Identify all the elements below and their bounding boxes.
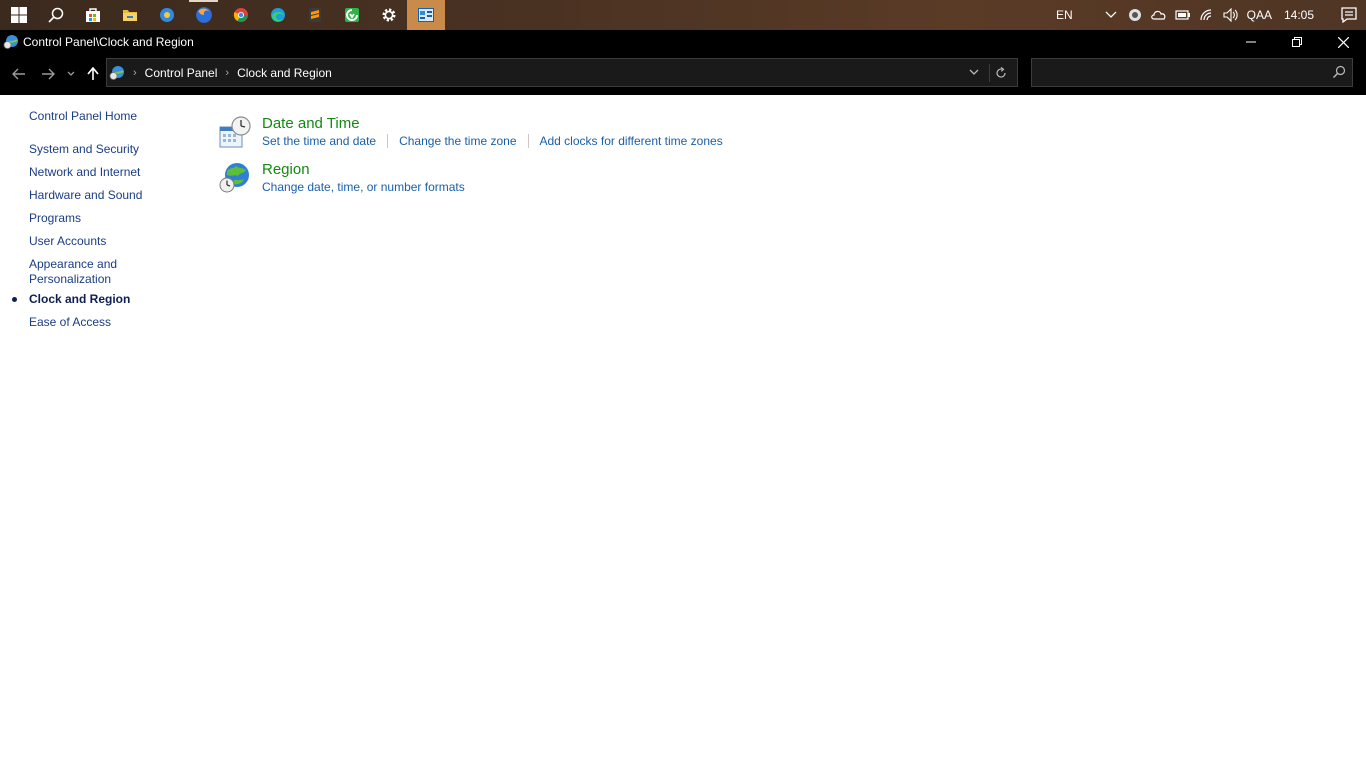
forward-button[interactable] xyxy=(36,62,60,86)
search-icon xyxy=(1333,65,1346,78)
browser-icon xyxy=(159,8,174,22)
tray-app-icon xyxy=(1128,9,1141,21)
system-tray: EN QAA 14:05 xyxy=(1056,0,1366,30)
minimize-icon xyxy=(1246,41,1256,43)
taskbar-firefox[interactable] xyxy=(185,0,222,30)
chrome-icon xyxy=(233,8,248,22)
sidebar-item-programs[interactable]: Programs xyxy=(29,211,159,226)
arrow-right-icon xyxy=(42,68,55,80)
chevron-up-icon xyxy=(1105,11,1117,18)
start-icon xyxy=(10,7,27,23)
edge-icon xyxy=(270,8,285,22)
breadcrumb-clock-and-region[interactable]: Clock and Region xyxy=(237,66,332,80)
sidebar-item-clock-and-region: Clock and Region xyxy=(29,292,131,306)
taskbar-browser[interactable] xyxy=(148,0,185,30)
refresh-button[interactable] xyxy=(989,64,1011,82)
restore-icon xyxy=(1292,37,1302,47)
taskbar-chrome[interactable] xyxy=(222,0,259,30)
window-controls xyxy=(1228,30,1366,54)
notification-icon xyxy=(1341,7,1357,23)
set-time-and-date-link[interactable]: Set the time and date xyxy=(262,134,376,148)
control-panel-location-icon xyxy=(109,65,124,80)
up-button[interactable] xyxy=(81,62,105,86)
address-history-dropdown[interactable] xyxy=(969,65,979,79)
tray-wifi[interactable] xyxy=(1195,0,1219,30)
sidebar-item-user-accounts[interactable]: User Accounts xyxy=(29,234,159,249)
change-formats-link[interactable]: Change date, time, or number formats xyxy=(262,180,465,194)
restore-button[interactable] xyxy=(1274,30,1320,54)
taskbar-clock[interactable]: 14:05 xyxy=(1284,8,1314,22)
breadcrumb-control-panel[interactable]: Control Panel xyxy=(145,66,218,80)
taskbar-edge[interactable] xyxy=(259,0,296,30)
taskbar-settings[interactable] xyxy=(370,0,407,30)
breadcrumb-separator-icon[interactable]: › xyxy=(225,67,229,79)
taskbar-green-app[interactable] xyxy=(333,0,370,30)
show-hidden-icons-button[interactable] xyxy=(1099,0,1123,30)
taskbar-sublime-text[interactable] xyxy=(296,0,333,30)
region-links: Change date, time, or number formats xyxy=(262,180,465,194)
action-center-button[interactable] xyxy=(1332,0,1366,30)
green-app-icon xyxy=(344,8,359,22)
refresh-icon xyxy=(995,67,1006,78)
close-button[interactable] xyxy=(1320,30,1366,54)
control-panel-app-icon xyxy=(3,35,18,49)
store-icon xyxy=(85,8,100,22)
region-globe-icon xyxy=(219,163,249,193)
address-bar[interactable]: › Control Panel › Clock and Region xyxy=(106,58,1018,87)
control-panel-home-link[interactable]: Control Panel Home xyxy=(29,109,159,124)
change-time-zone-link[interactable]: Change the time zone xyxy=(399,134,516,148)
wifi-icon xyxy=(1200,9,1211,21)
taskbar: EN QAA 14:05 xyxy=(0,0,1366,30)
start-button[interactable] xyxy=(0,0,37,30)
add-clocks-link[interactable]: Add clocks for different time zones xyxy=(540,134,723,148)
tray-app[interactable] xyxy=(1123,0,1147,30)
volume-icon xyxy=(1223,8,1238,22)
sidebar-item-network-and-internet[interactable]: Network and Internet xyxy=(29,165,159,180)
chevron-down-icon xyxy=(969,69,979,75)
sublime-text-icon xyxy=(308,8,321,22)
file-explorer-icon xyxy=(122,10,137,21)
user-indicator[interactable]: QAA xyxy=(1247,8,1272,22)
battery-icon xyxy=(1175,10,1190,20)
window-title: Control Panel\Clock and Region xyxy=(23,35,194,49)
navigation-bar: › Control Panel › Clock and Region xyxy=(0,54,1366,95)
cloud-icon xyxy=(1150,10,1166,20)
tray-volume[interactable] xyxy=(1219,0,1243,30)
current-item-bullet xyxy=(12,297,17,302)
breadcrumb-separator-icon[interactable]: › xyxy=(133,67,137,79)
arrow-up-icon xyxy=(87,67,99,80)
language-indicator[interactable]: EN xyxy=(1056,8,1073,22)
back-button[interactable] xyxy=(7,62,31,86)
close-icon xyxy=(1337,36,1349,48)
control-panel-icon xyxy=(418,8,434,22)
chevron-down-icon xyxy=(67,71,75,76)
search-button[interactable] xyxy=(37,0,74,30)
tray-cloud[interactable] xyxy=(1147,0,1171,30)
sidebar-item-ease-of-access[interactable]: Ease of Access xyxy=(29,315,159,330)
search-icon xyxy=(47,7,63,23)
taskbar-store[interactable] xyxy=(74,0,111,30)
date-and-time-title[interactable]: Date and Time xyxy=(262,115,360,132)
recent-locations-button[interactable] xyxy=(62,62,80,86)
link-divider xyxy=(527,134,529,148)
tray-battery[interactable] xyxy=(1171,0,1195,30)
sidebar-item-hardware-and-sound[interactable]: Hardware and Sound xyxy=(29,188,159,203)
link-divider xyxy=(387,134,389,148)
sidebar-item-appearance-and-personalization[interactable]: Appearance and Personalization xyxy=(29,257,129,287)
date-and-time-links: Set the time and date Change the time zo… xyxy=(262,134,723,148)
arrow-left-icon xyxy=(12,68,25,80)
settings-icon xyxy=(382,8,395,22)
date-time-icon xyxy=(219,116,251,148)
search-box[interactable] xyxy=(1031,58,1353,87)
taskbar-file-explorer[interactable] xyxy=(111,0,148,30)
sidebar-item-system-and-security[interactable]: System and Security xyxy=(29,142,159,157)
taskbar-control-panel[interactable] xyxy=(407,0,445,30)
window-title-bar: Control Panel\Clock and Region xyxy=(0,30,1366,54)
firefox-icon xyxy=(195,7,212,23)
minimize-button[interactable] xyxy=(1228,30,1274,54)
region-title[interactable]: Region xyxy=(262,161,310,178)
search-input[interactable] xyxy=(1032,59,1322,86)
